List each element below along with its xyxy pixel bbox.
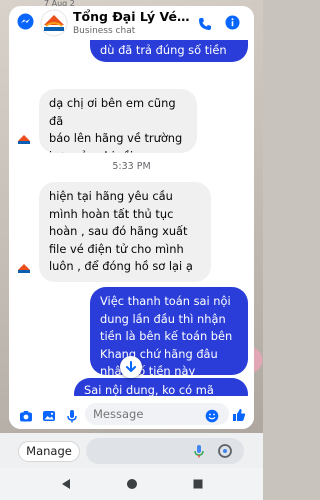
arrow-down-icon	[126, 361, 136, 372]
composer-bar	[9, 400, 254, 429]
camera-icon[interactable]	[19, 408, 33, 422]
page-title[interactable]: Tổng Đại Lý Vé M...	[73, 9, 193, 24]
avatar[interactable]	[39, 9, 69, 37]
messenger-icon[interactable]	[17, 13, 34, 30]
message-outgoing[interactable]: Sai nội dung, ko có mã	[74, 378, 248, 396]
message-outgoing[interactable]: Việc thanh toán sai nội dung lần đầu thì…	[90, 287, 248, 375]
timestamp: 5:33 PM	[112, 161, 151, 172]
scroll-to-bottom-button[interactable]	[120, 356, 142, 378]
manage-button[interactable]: Manage	[18, 441, 80, 462]
image-icon[interactable]	[42, 408, 56, 422]
message-list[interactable]: xuất vé cho khách mặc dù đã trả đúng số …	[9, 6, 254, 396]
emoji-icon[interactable]	[205, 408, 219, 423]
search-icon[interactable]	[217, 443, 233, 459]
info-icon[interactable]	[225, 15, 240, 30]
mic-icon[interactable]	[65, 408, 79, 423]
recents-icon[interactable]	[192, 478, 204, 490]
like-icon[interactable]	[232, 407, 246, 421]
message-incoming[interactable]: hiện tại hãng yêu cầu mình hoàn tất thủ …	[39, 182, 211, 282]
google-search-bar[interactable]	[86, 438, 244, 464]
mic-icon[interactable]	[192, 444, 206, 458]
sender-avatar[interactable]	[15, 259, 33, 277]
home-icon[interactable]	[126, 478, 138, 490]
chat-header: Tổng Đại Lý Vé M... Business chat	[9, 6, 254, 40]
sender-avatar[interactable]	[15, 130, 33, 148]
keyboard-toolbar: Manage	[0, 433, 263, 468]
phone-icon[interactable]	[198, 16, 212, 30]
chat-window: xuất vé cho khách mặc dù đã trả đúng số …	[9, 6, 254, 429]
page-subtitle: Business chat	[73, 26, 136, 36]
system-navbar	[0, 468, 263, 500]
back-icon[interactable]	[60, 478, 72, 490]
message-incoming[interactable]: dạ chị ơi bên em cũng đã báo lên hãng về…	[39, 89, 197, 153]
